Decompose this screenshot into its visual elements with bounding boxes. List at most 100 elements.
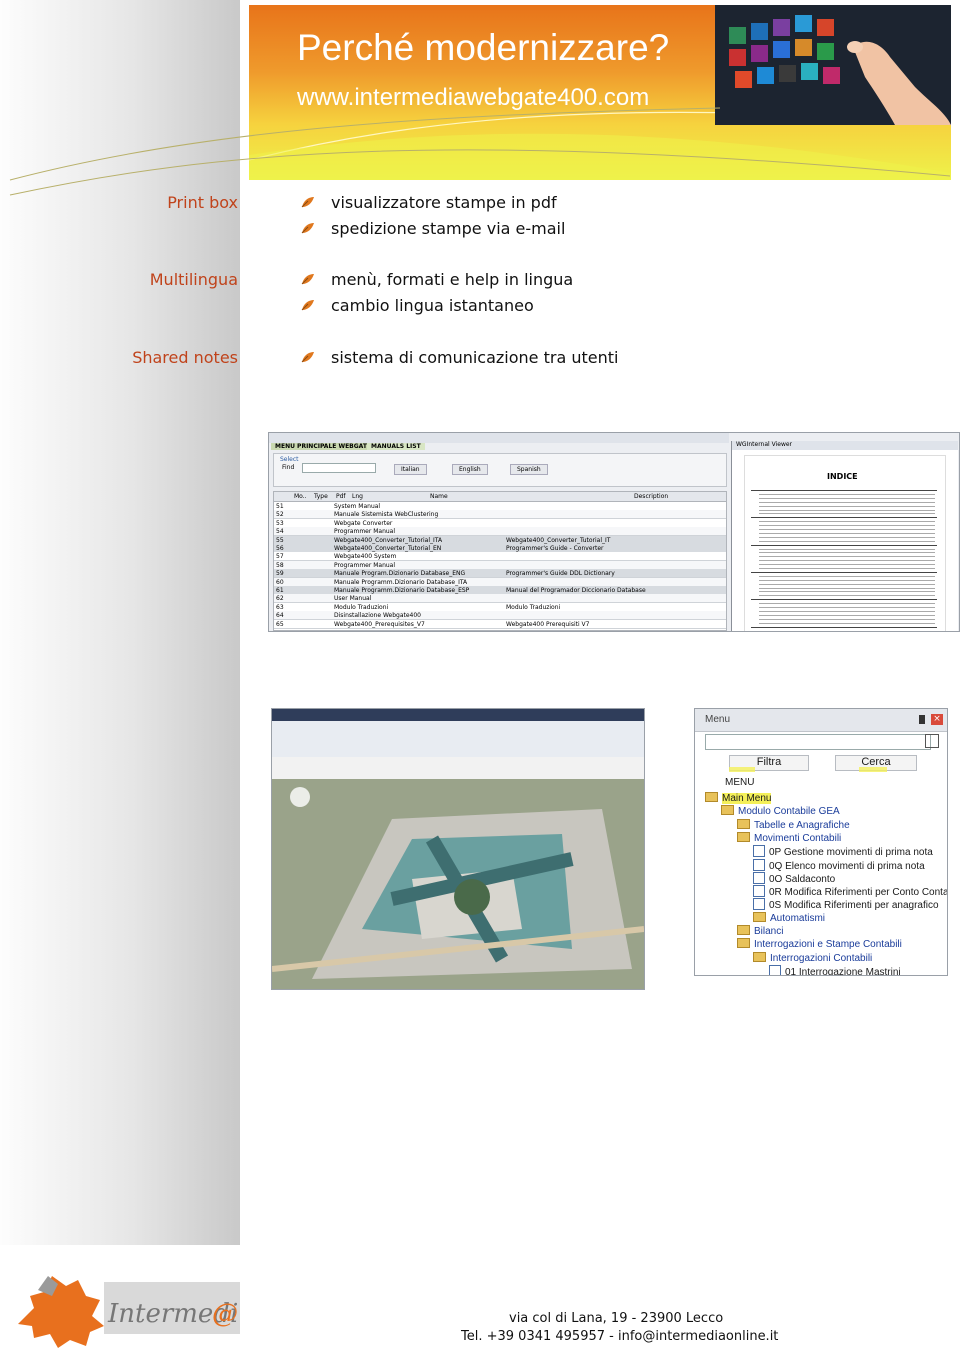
row-name: System Manual [334,503,381,510]
menu-tree-item[interactable]: 01 Interrogazione Mastrini [769,964,901,976]
menu-search-input[interactable] [705,734,931,750]
row-description: Programmer's Guide - Converter [506,545,604,552]
col-header: Mo.. [294,493,307,500]
toc-line [759,501,935,503]
menu-tree-item[interactable]: 0P Gestione movimenti di prima nota [753,845,933,858]
menu-tree-item[interactable]: Bilanci [737,925,783,937]
row-description: Webgate400_Converter_Tutorial_IT [506,536,611,544]
toc-line [759,618,935,620]
menu-tree-item[interactable]: Interrogazioni e Stampe Contabili [737,938,902,950]
document-icon [753,845,765,858]
toc-line [759,548,935,550]
folder-icon [737,831,750,842]
row-number: 59 [276,570,284,578]
folder-icon [705,792,718,802]
toc-line [759,493,935,495]
row-number: 53 [276,519,284,527]
feature-item: menù, formati e help in lingua [331,270,574,289]
toc-line [759,529,935,530]
tab-manuals-list[interactable]: MANUALS LIST [367,443,425,450]
menu-tree-item[interactable]: 0O Saldaconto [753,871,836,885]
row-number: 60 [276,578,284,586]
menu-tree-item[interactable]: Tabelle e Anagrafiche [737,818,850,831]
menu-tree-label: 0P Gestione movimenti di prima nota [769,847,933,859]
row-name: Manuale Programm.Dizionario Database_ITA [334,578,468,586]
menu-tree-item[interactable]: Modulo Contabile GEA [721,805,840,817]
toc-line [759,552,935,554]
row-number: 51 [276,503,284,510]
svg-text:@: @ [212,1299,238,1329]
menu-heading: MENU [725,777,755,788]
menu-tree-label: 0O Saldaconto [769,873,836,885]
select-label: Select [280,456,299,463]
folder-icon [737,925,750,935]
row-name: User Manual [334,595,372,603]
row-number: 57 [276,553,284,561]
row-number: 64 [276,612,284,620]
toc-line [759,513,935,515]
footer-address: via col di Lana, 19 - 23900 Lecco [509,1311,724,1326]
close-icon[interactable]: × [931,714,943,725]
menu-tree-label: Movimenti Contabili [754,832,842,844]
row-name: Programmer Manual [334,528,396,536]
toc-line [759,509,935,511]
toc-line [759,591,935,593]
highlight-mark [729,767,755,772]
menu-tree-item[interactable]: 0Q Elenco movimenti di prima nota [753,858,925,872]
leaf-bullet-icon [301,223,314,234]
toc-line [759,595,935,597]
menu-tree-item[interactable]: 0R Modifica Riferimenti per Conto Contab… [753,885,947,898]
spanish-button[interactable]: Spanish [510,464,548,475]
col-header: Lng [352,493,363,500]
feature-label-multilingua: Multilingua [149,270,238,289]
folder-icon [737,938,750,949]
index-heading: INDICE [827,472,858,481]
row-number: 56 [276,545,284,552]
toc-line [751,544,937,546]
row-description: Webgate400 Prerequisiti V7 [506,620,590,628]
menu-tree-item[interactable]: Automatismi [753,911,826,924]
toc-line [759,614,935,616]
folder-icon [737,818,750,829]
feature-item: sistema di comunicazione tra utenti [331,348,619,367]
row-number: 61 [276,587,284,594]
find-input[interactable] [302,463,376,473]
row-name: Webgate400_Converter_Tutorial_EN [334,545,442,552]
menu-tree-label: Modulo Contabile GEA [738,806,840,818]
row-name: Programmer Manual [334,561,396,569]
feature-item: cambio lingua istantaneo [331,296,534,315]
menu-tree-label: Tabelle e Anagrafiche [754,819,850,831]
col-header: Name [430,493,448,500]
col-header: Type [314,493,328,500]
toc-line [759,540,935,542]
row-description: Modulo Traduzioni [506,603,561,611]
row-name: Manuale Sistemista WebClustering [334,511,439,519]
row-name: Manuale Programm.Dizionario Database_ESP [334,587,470,594]
aerial-map-image [272,779,644,989]
select-panel: Select Find Italian English Spanish [273,453,727,487]
toc-line [759,564,935,566]
menu-tree-label: 01 Interrogazione Mastrini [785,966,901,976]
row-number: 63 [276,603,284,611]
english-button[interactable]: English [452,464,488,475]
row-name: Webgate Converter [334,519,393,527]
folder-icon [753,951,766,962]
menu-tree-item[interactable]: Interrogazioni Contabili [753,951,872,964]
italian-button[interactable]: Italian [394,464,427,475]
menu-tree-item[interactable]: 0S Modifica Riferimenti per anagrafico [753,898,939,911]
document-icon [753,885,765,898]
toc-line [759,505,935,507]
feature-item: visualizzatore stampe in pdf [331,193,557,212]
leaf-bullet-icon [301,197,314,208]
row-description: Programmer's Guide DDL Dictionary [506,570,615,578]
clear-search-icon[interactable] [925,734,939,748]
menu-tree-label: Automatismi [770,912,826,924]
menu-tree-item[interactable]: Main Menu [705,792,772,804]
leaf-bullet-icon [301,352,314,363]
menu-tree-label: Bilanci [754,926,784,937]
table-row[interactable]: 65 Webgate400_Prerequisites_V7 Webgate400 … [274,619,726,629]
pin-icon[interactable] [919,715,925,724]
toc-line [759,575,935,577]
row-number: 52 [276,511,284,519]
menu-tree-item[interactable]: Movimenti Contabili [737,831,842,844]
